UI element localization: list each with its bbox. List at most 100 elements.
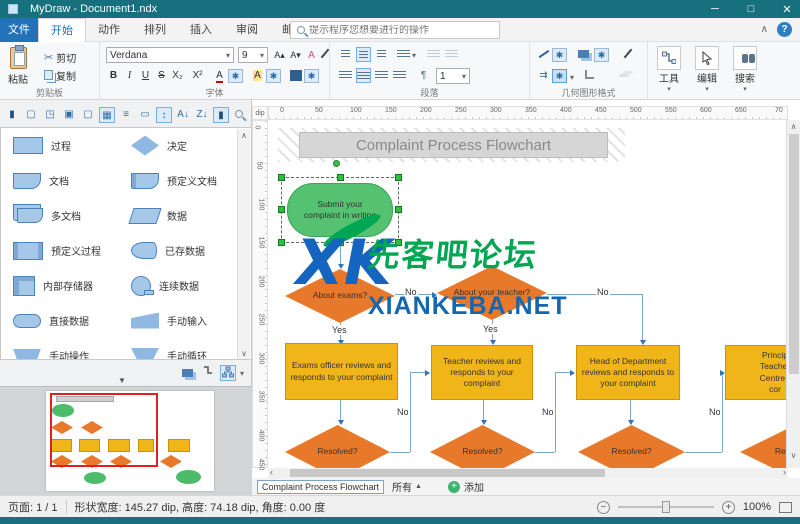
font-color-settings-icon[interactable] <box>228 69 243 83</box>
paste-button[interactable]: 粘贴 <box>8 47 28 86</box>
node-resolved-1[interactable]: Resolved? <box>285 425 390 468</box>
node-box-exams[interactable]: Exams officer reviews and responds to yo… <box>285 343 398 400</box>
minimap-viewport[interactable] <box>50 393 158 467</box>
close-button[interactable] <box>780 3 794 16</box>
align-bottom-button[interactable] <box>374 47 389 62</box>
scroll-down-icon[interactable]: ∨ <box>787 451 800 460</box>
show-library-icon[interactable]: ▮ <box>213 107 229 123</box>
shape-item-predefined-process[interactable]: 预定义过程 <box>1 242 119 260</box>
connector-settings-icon[interactable] <box>552 69 567 83</box>
save-library-icon[interactable]: ▣ <box>61 107 77 123</box>
zoom-out-button[interactable]: − <box>597 501 610 514</box>
shape-item-data[interactable]: 数据 <box>119 208 237 224</box>
zoom-slider[interactable] <box>618 506 714 508</box>
font-color-button[interactable] <box>212 68 227 83</box>
corner-rounding-button[interactable] <box>582 68 597 83</box>
cut-button[interactable]: 剪切 <box>44 50 76 64</box>
font-size-combo[interactable]: 9 <box>238 47 268 63</box>
search-tool-button[interactable]: 搜索 <box>728 46 762 93</box>
connector[interactable] <box>410 372 411 452</box>
copy-button[interactable]: 复制 <box>44 68 76 82</box>
zoom-in-button[interactable]: + <box>722 501 735 514</box>
sort-az-icon[interactable]: A↓ <box>175 107 191 123</box>
shape-fill-settings-icon[interactable] <box>594 48 609 62</box>
scroll-down-icon[interactable]: ∨ <box>238 349 250 358</box>
horizontal-scroll-thumb[interactable] <box>290 469 605 477</box>
tab-review[interactable]: 审阅 <box>224 18 270 42</box>
connector[interactable] <box>410 372 426 373</box>
shape-item-manual-input[interactable]: 手动输入 <box>119 313 237 329</box>
sort-icon[interactable]: ↕ <box>156 107 172 123</box>
all-pages-button[interactable]: 所有 <box>392 479 422 494</box>
flowchart-title[interactable]: Complaint Process Flowchart <box>299 132 608 158</box>
shape-item-manual-loop[interactable]: 手动循环 <box>119 348 237 360</box>
superscript-button[interactable] <box>190 68 205 83</box>
node-resolved-4[interactable]: Resolved? <box>740 425 788 468</box>
fit-page-button[interactable] <box>779 502 792 513</box>
minimize-button[interactable] <box>708 3 722 15</box>
tab-action[interactable]: 动作 <box>86 18 132 42</box>
node-box-principal[interactable]: Princip Teacher Centre r cor <box>725 345 788 400</box>
paragraph-marks-button[interactable] <box>416 68 431 83</box>
strikethrough-button[interactable] <box>154 68 169 83</box>
format-eyedropper-button[interactable] <box>622 46 634 61</box>
text-fill-settings-icon[interactable] <box>304 69 319 83</box>
connector[interactable] <box>555 372 571 373</box>
line-spacing-combo[interactable]: 1 <box>436 68 470 84</box>
connector[interactable] <box>535 452 555 453</box>
add-page-button[interactable]: 添加 <box>448 479 484 494</box>
sort-za-icon[interactable]: Z↓ <box>194 107 210 123</box>
collapse-ribbon-icon[interactable] <box>761 24 768 35</box>
format-painter-button[interactable] <box>616 68 631 83</box>
close-library-icon[interactable]: ▢ <box>80 107 96 123</box>
collapse-panel-icon[interactable] <box>118 376 126 385</box>
node-box-head[interactable]: Head of Department reviews and responds … <box>576 345 680 400</box>
library-icon[interactable]: ▮ <box>4 107 20 123</box>
selection-handle[interactable] <box>278 239 285 246</box>
selection-handle[interactable] <box>395 206 402 213</box>
search-input[interactable] <box>309 25 499 36</box>
connector[interactable] <box>390 452 410 453</box>
italic-button[interactable] <box>122 68 137 83</box>
stroke-settings-icon[interactable] <box>552 48 567 62</box>
new-library-icon[interactable]: ▢ <box>23 107 39 123</box>
edit-button[interactable]: 编辑 <box>690 46 724 93</box>
node-resolved-2[interactable]: Resolved? <box>430 425 535 468</box>
list-button[interactable] <box>396 47 411 62</box>
connectors-mode-icon[interactable] <box>200 365 216 381</box>
shape-item-decision[interactable]: 决定 <box>119 136 237 156</box>
scroll-up-icon[interactable]: ∧ <box>238 131 250 140</box>
vertical-scrollbar[interactable]: ∧ ∨ <box>786 120 800 468</box>
connector[interactable] <box>555 372 556 452</box>
selection-handle[interactable] <box>278 206 285 213</box>
justify-button[interactable] <box>392 68 407 83</box>
shape-item-sequential-data[interactable]: 连续数据 <box>119 276 237 296</box>
align-middle-button[interactable] <box>356 47 371 62</box>
shape-item-manual-operation[interactable]: 手动操作 <box>1 348 119 360</box>
decrease-indent-button[interactable] <box>426 47 441 62</box>
increase-indent-button[interactable] <box>444 47 459 62</box>
selection-handle[interactable] <box>278 174 285 181</box>
tab-home[interactable]: 开始 <box>38 18 86 42</box>
list-dropdown-icon[interactable] <box>412 51 416 60</box>
connector[interactable] <box>642 294 643 342</box>
stroke-button[interactable] <box>536 47 551 62</box>
selection-handle[interactable] <box>337 174 344 181</box>
chevron-down-icon[interactable] <box>570 73 574 82</box>
drawing-canvas[interactable]: Complaint Process Flowchart <box>268 120 788 468</box>
connector-style-button[interactable] <box>536 68 551 83</box>
text-fill-button[interactable] <box>288 68 303 83</box>
shape-item-multidocument[interactable]: 多文档 <box>1 208 119 223</box>
library-search-icon[interactable] <box>232 107 248 123</box>
grow-font-button[interactable] <box>272 48 287 63</box>
thumbnails-view-icon[interactable]: ▦ <box>99 107 115 123</box>
node-box-teacher[interactable]: Teacher reviews and responds to your com… <box>431 345 533 400</box>
page-tab[interactable]: Complaint Process Flowchart <box>257 480 384 494</box>
shapes-mode-icon[interactable] <box>180 365 196 381</box>
icons-view-icon[interactable]: ▭ <box>137 107 153 123</box>
align-top-button[interactable] <box>338 47 353 62</box>
underline-button[interactable] <box>138 68 153 83</box>
scroll-right-icon[interactable]: › <box>783 467 786 477</box>
shape-item-internal-storage[interactable]: 内部存储器 <box>1 276 119 296</box>
vertical-scroll-thumb[interactable] <box>789 134 799 374</box>
